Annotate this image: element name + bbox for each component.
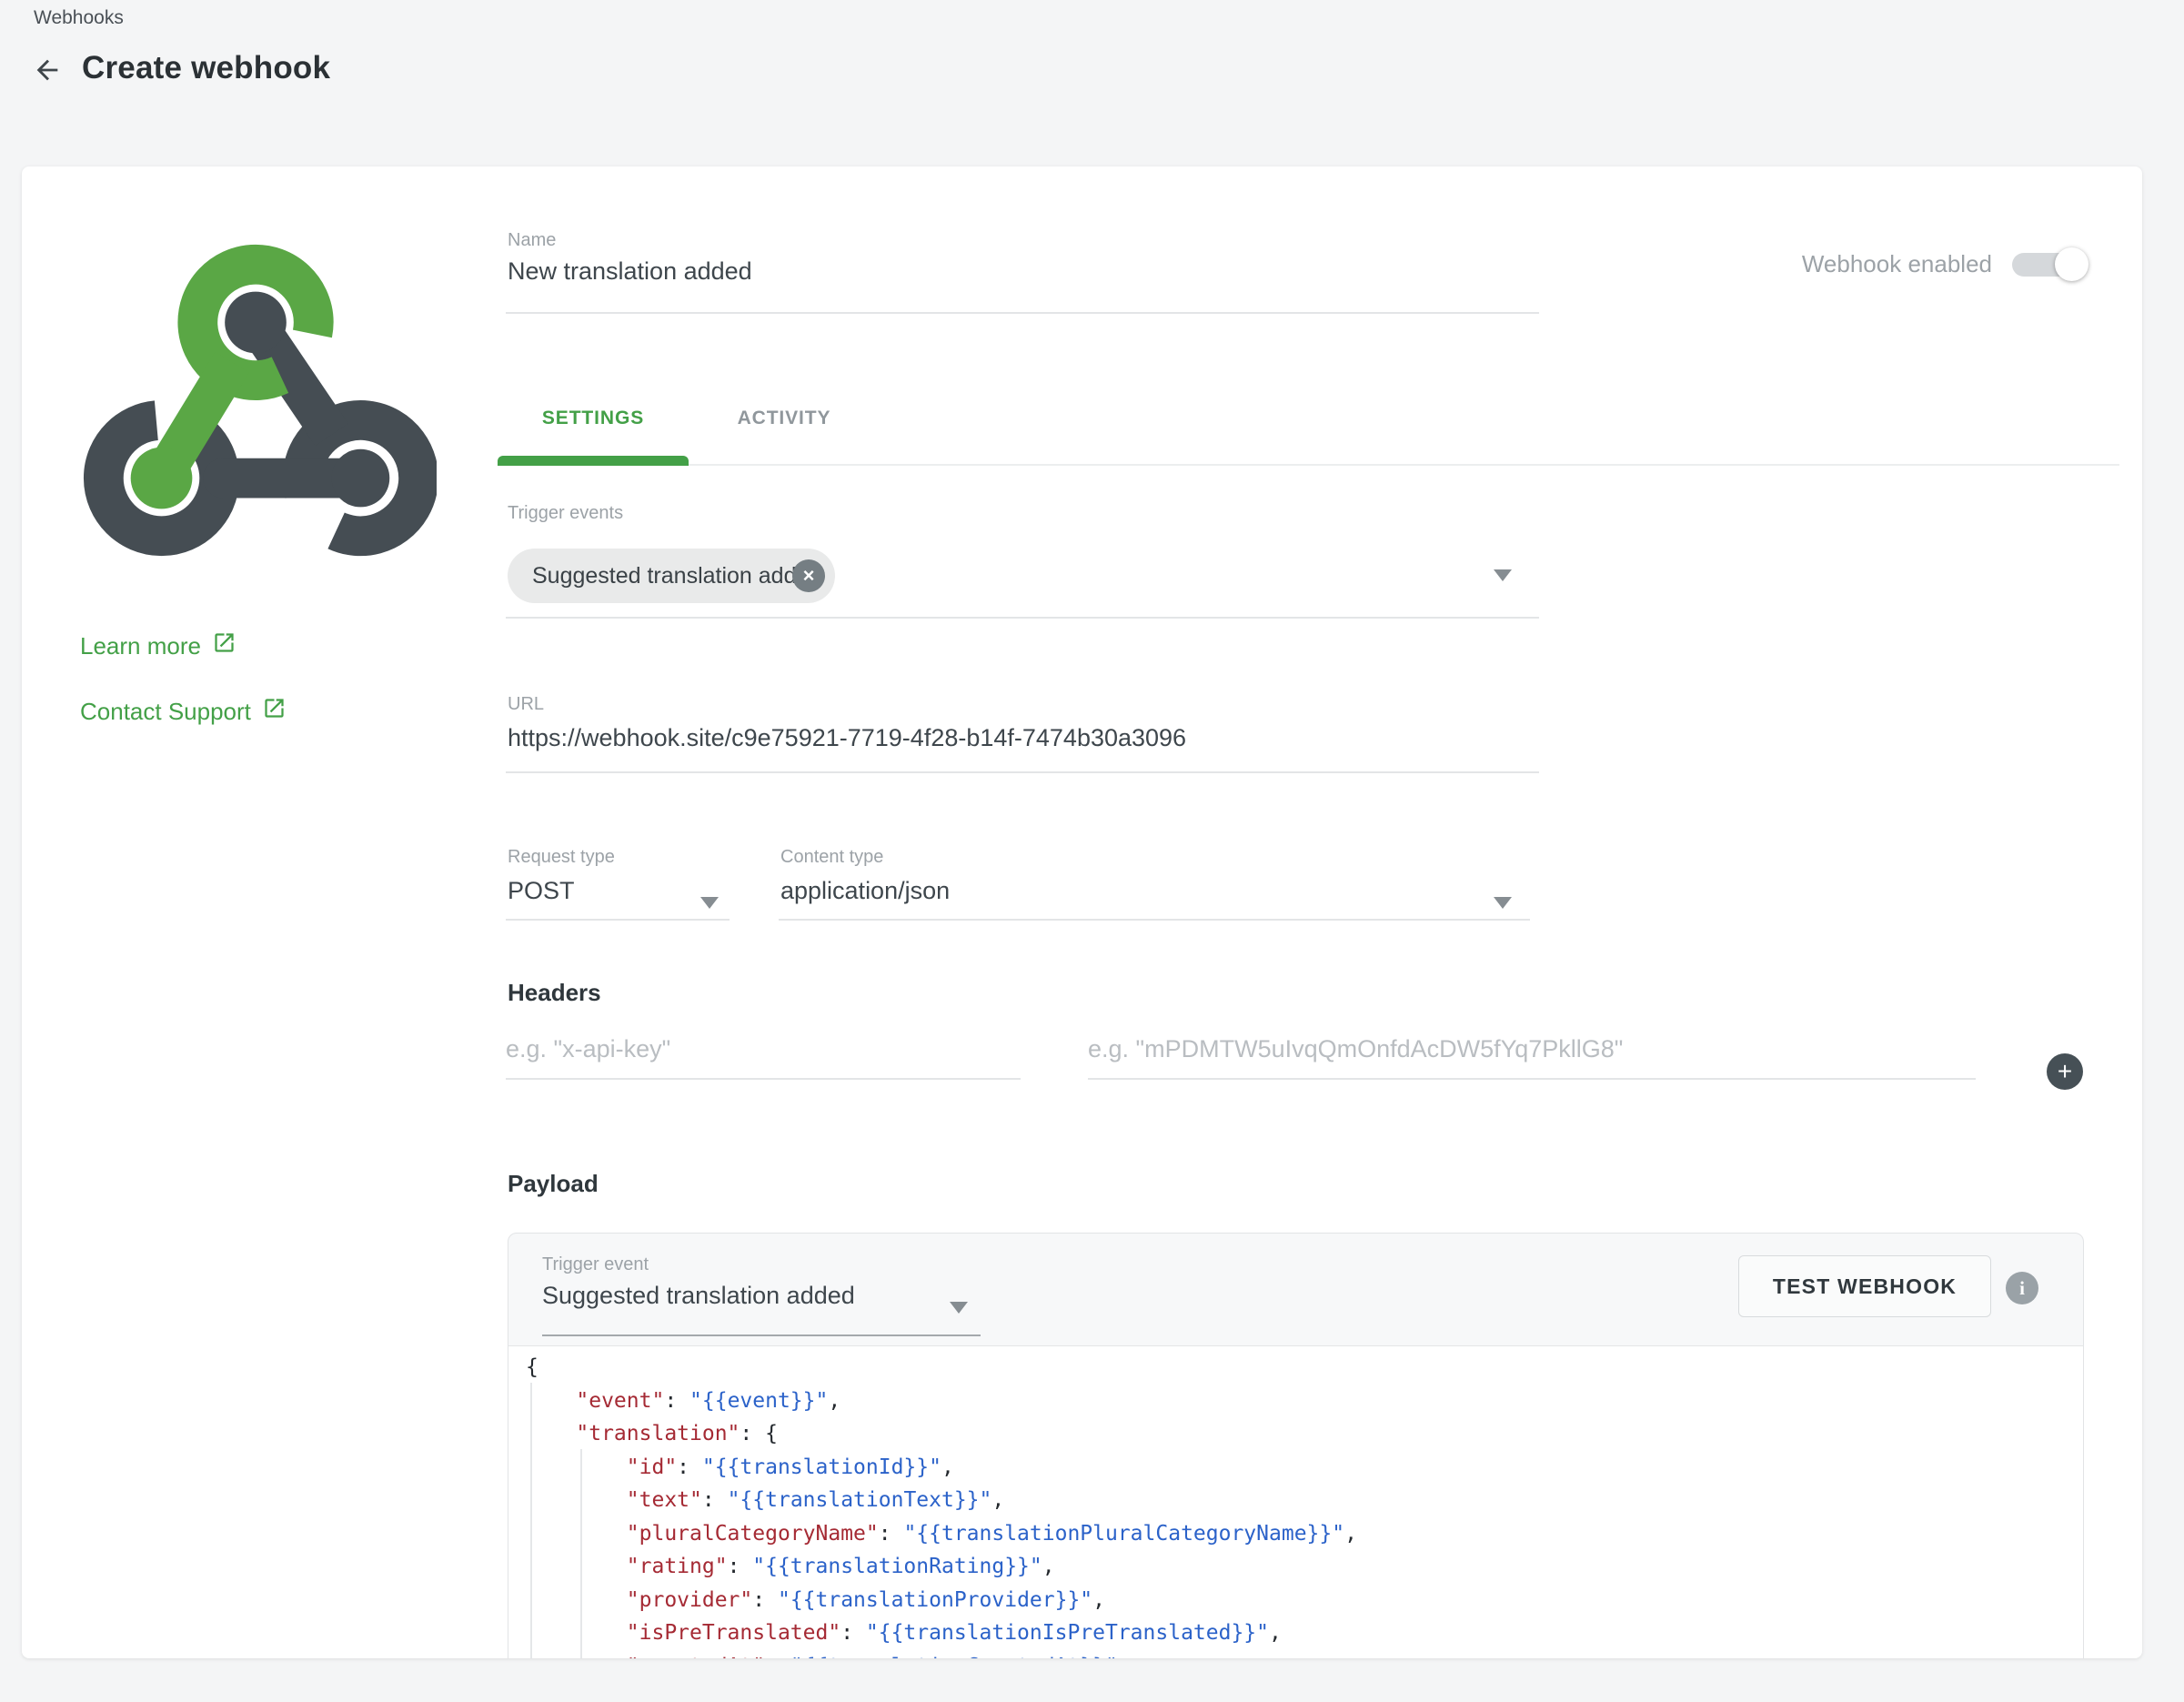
header-key-input[interactable] bbox=[506, 1035, 1021, 1080]
info-glyph: i bbox=[2019, 1277, 2025, 1300]
header-value-input[interactable] bbox=[1088, 1035, 1976, 1080]
url-input[interactable]: https://webhook.site/c9e75921-7719-4f28-… bbox=[508, 724, 1186, 752]
url-underline bbox=[506, 771, 1539, 773]
request-type-dropdown-icon[interactable] bbox=[700, 897, 719, 909]
chip-remove-button[interactable]: × bbox=[792, 559, 825, 592]
name-underline bbox=[506, 312, 1539, 314]
name-input[interactable]: New translation added bbox=[508, 257, 752, 286]
tab-bar: SETTINGS ACTIVITY bbox=[498, 401, 880, 456]
external-link-icon bbox=[262, 696, 287, 727]
contact-support-label: Contact Support bbox=[80, 698, 251, 726]
chip-label: Suggested translation added bbox=[532, 563, 821, 589]
arrow-left-icon bbox=[32, 75, 63, 88]
trigger-events-underline bbox=[506, 617, 1539, 619]
payload-heading: Payload bbox=[508, 1170, 599, 1198]
info-icon[interactable]: i bbox=[2006, 1272, 2038, 1304]
trigger-events-label: Trigger events bbox=[508, 503, 623, 524]
payload-trigger-event-select[interactable]: Suggested translation added bbox=[542, 1282, 855, 1310]
webhook-enabled-toggle[interactable] bbox=[2012, 253, 2086, 277]
payload-trigger-event-label: Trigger event bbox=[542, 1254, 649, 1275]
name-label: Name bbox=[508, 230, 556, 251]
headers-heading: Headers bbox=[508, 979, 601, 1007]
back-button[interactable] bbox=[30, 54, 65, 88]
test-webhook-button[interactable]: TEST WEBHOOK bbox=[1738, 1255, 1991, 1317]
content-type-dropdown-icon[interactable] bbox=[1494, 897, 1512, 909]
external-link-icon bbox=[212, 630, 237, 661]
content-type-select[interactable]: application/json bbox=[780, 877, 950, 905]
indent-guide bbox=[530, 1383, 532, 1658]
breadcrumb: Webhooks bbox=[34, 7, 124, 29]
add-header-button[interactable]: + bbox=[2047, 1053, 2083, 1090]
request-type-underline bbox=[506, 919, 730, 921]
payload-trigger-event-dropdown-icon[interactable] bbox=[950, 1302, 968, 1314]
payload-code[interactable]: { "event": "{{event}}", "translation": {… bbox=[508, 1345, 2083, 1658]
webhook-enabled-label: Webhook enabled bbox=[1802, 250, 1992, 278]
payload-trigger-event-underline bbox=[542, 1334, 981, 1336]
payload-panel: Trigger event Suggested translation adde… bbox=[508, 1233, 2084, 1658]
tab-active-indicator bbox=[498, 456, 689, 466]
tab-settings[interactable]: SETTINGS bbox=[498, 401, 689, 456]
tab-activity[interactable]: ACTIVITY bbox=[689, 401, 880, 456]
plus-icon: + bbox=[2058, 1057, 2072, 1085]
request-type-label: Request type bbox=[508, 847, 615, 868]
content-type-label: Content type bbox=[780, 847, 883, 868]
webhook-logo-icon bbox=[75, 219, 437, 585]
webhook-enabled-row: Webhook enabled bbox=[1802, 250, 2086, 278]
toggle-knob bbox=[2055, 247, 2088, 281]
request-type-select[interactable]: POST bbox=[508, 877, 575, 905]
trigger-events-dropdown-icon[interactable] bbox=[1494, 569, 1512, 581]
tab-divider bbox=[498, 464, 2119, 466]
trigger-event-chip: Suggested translation added × bbox=[508, 549, 835, 603]
create-webhook-page: Webhooks Create webhook Learn more bbox=[0, 0, 2184, 1702]
close-icon: × bbox=[803, 566, 815, 586]
url-label: URL bbox=[508, 694, 544, 715]
indent-guide bbox=[580, 1449, 582, 1658]
learn-more-label: Learn more bbox=[80, 632, 201, 660]
webhook-card: Learn more Contact Support Name New tran… bbox=[22, 166, 2142, 1658]
content-type-underline bbox=[779, 919, 1530, 921]
learn-more-link[interactable]: Learn more bbox=[80, 630, 237, 661]
page-title: Create webhook bbox=[82, 50, 330, 86]
contact-support-link[interactable]: Contact Support bbox=[80, 696, 287, 727]
